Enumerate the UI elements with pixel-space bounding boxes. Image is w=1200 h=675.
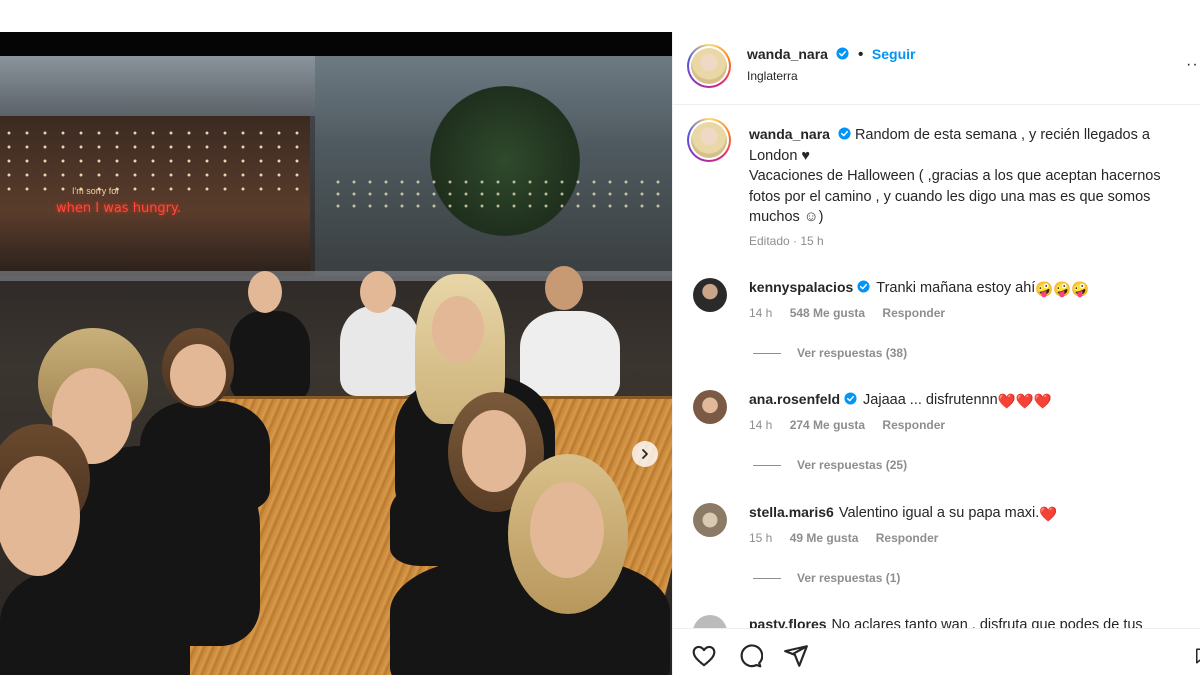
comment-username[interactable]: kennyspalacios (749, 279, 853, 295)
small-girl-face (530, 482, 604, 578)
replies-line (753, 353, 781, 355)
comment-avatar[interactable] (693, 390, 727, 424)
verified-badge-icon (857, 280, 870, 293)
bookmark-icon[interactable] (1193, 643, 1200, 669)
edited-label: Editado (749, 234, 790, 248)
string-lights-right (330, 176, 670, 216)
comment-username[interactable]: pasty.flores (749, 616, 827, 628)
chevron-right-icon (642, 449, 648, 459)
caption-meta: Editado · 15 h (749, 234, 824, 248)
media-top-bar (0, 32, 672, 56)
comment-likes[interactable]: 548 Me gusta (790, 306, 865, 320)
comment-avatar[interactable] (693, 278, 727, 312)
comment-text: Jajaaa ... disfrutennn (863, 392, 998, 408)
separator-dot: • (857, 46, 864, 63)
view-replies-label: Ver respuestas (1) (797, 571, 901, 585)
caption-time[interactable]: 15 h (800, 234, 823, 248)
post-location[interactable]: Inglaterra (747, 69, 798, 83)
comment: pasty.flores No aclares tanto wan , disfr… (673, 615, 1200, 628)
background-person-head (248, 271, 282, 313)
verified-badge-icon (844, 392, 857, 405)
caption-text: wanda_nara Random de esta semana , y reci… (749, 124, 1189, 228)
neon-sign-top: I'm sorry for (72, 186, 120, 196)
boy-face (170, 344, 226, 406)
comment-text: Valentino igual a su papa maxi. (838, 505, 1040, 521)
verified-badge-icon (836, 47, 849, 60)
comment-emojis: 🤪🤪🤪 (1035, 282, 1090, 298)
heart-icon[interactable] (691, 643, 717, 669)
woman-face (432, 296, 484, 362)
background-person (340, 306, 420, 396)
more-options-icon[interactable]: ··· (1186, 56, 1200, 74)
comment-time[interactable]: 14 h (749, 418, 772, 432)
comment-username[interactable]: stella.maris6 (749, 504, 834, 520)
caption-username[interactable]: wanda_nara (749, 126, 830, 142)
view-replies-label: Ver respuestas (25) (797, 458, 908, 472)
comment-text: Tranki mañana estoy ahí (876, 280, 1036, 296)
post-sidebar: wanda_nara • Seguir Inglaterra ··· wanda… (672, 32, 1200, 675)
next-photo-button[interactable] (632, 441, 658, 467)
comment-reply-button[interactable]: Responder (882, 306, 945, 320)
share-icon[interactable] (783, 643, 809, 669)
comment-time[interactable]: 14 h (749, 306, 772, 320)
neon-sign: when I was hungry. (56, 201, 181, 216)
comment-reply-button[interactable]: Responder (882, 418, 945, 432)
comment-reply-button[interactable]: Responder (876, 531, 939, 545)
comment-username[interactable]: ana.rosenfeld (749, 391, 840, 407)
background-person-head (360, 271, 396, 313)
post-media: I'm sorry for when I was hungry. (0, 32, 672, 675)
string-lights (0, 126, 310, 196)
caption-line-2: Vacaciones de Halloween ( ,gracias a los… (749, 168, 1161, 225)
comment-emojis: ❤️ (1039, 507, 1058, 523)
comment-emojis: ❤️❤️❤️ (997, 394, 1052, 410)
post-header: wanda_nara • Seguir Inglaterra ··· (673, 32, 1200, 105)
view-replies-button[interactable]: Ver respuestas (1) (753, 571, 900, 585)
comment-icon[interactable] (737, 643, 763, 669)
front-boy (0, 566, 190, 675)
view-replies-button[interactable]: Ver respuestas (38) (753, 346, 907, 360)
comment-text: No aclares tanto wan , disfruta que pode… (831, 617, 1143, 628)
replies-line (753, 465, 781, 467)
comment-likes[interactable]: 49 Me gusta (790, 531, 859, 545)
comment-likes[interactable]: 274 Me gusta (790, 418, 865, 432)
caption-avatar[interactable] (687, 118, 731, 162)
background-person (520, 311, 620, 401)
comment-avatar[interactable] (693, 615, 727, 628)
author-avatar[interactable] (687, 44, 731, 88)
girl-face (462, 410, 526, 492)
follow-button[interactable]: Seguir (872, 46, 916, 62)
verified-badge-icon (838, 127, 851, 140)
post-photo: I'm sorry for when I was hungry. (0, 56, 672, 675)
view-replies-button[interactable]: Ver respuestas (25) (753, 458, 907, 472)
author-username[interactable]: wanda_nara (747, 46, 828, 62)
background-person-head (545, 266, 583, 310)
post-actions (673, 628, 1200, 675)
comment-time[interactable]: 15 h (749, 531, 772, 545)
background-person (230, 311, 310, 401)
replies-line (753, 578, 781, 580)
view-replies-label: Ver respuestas (38) (797, 346, 908, 360)
comment-avatar[interactable] (693, 503, 727, 537)
